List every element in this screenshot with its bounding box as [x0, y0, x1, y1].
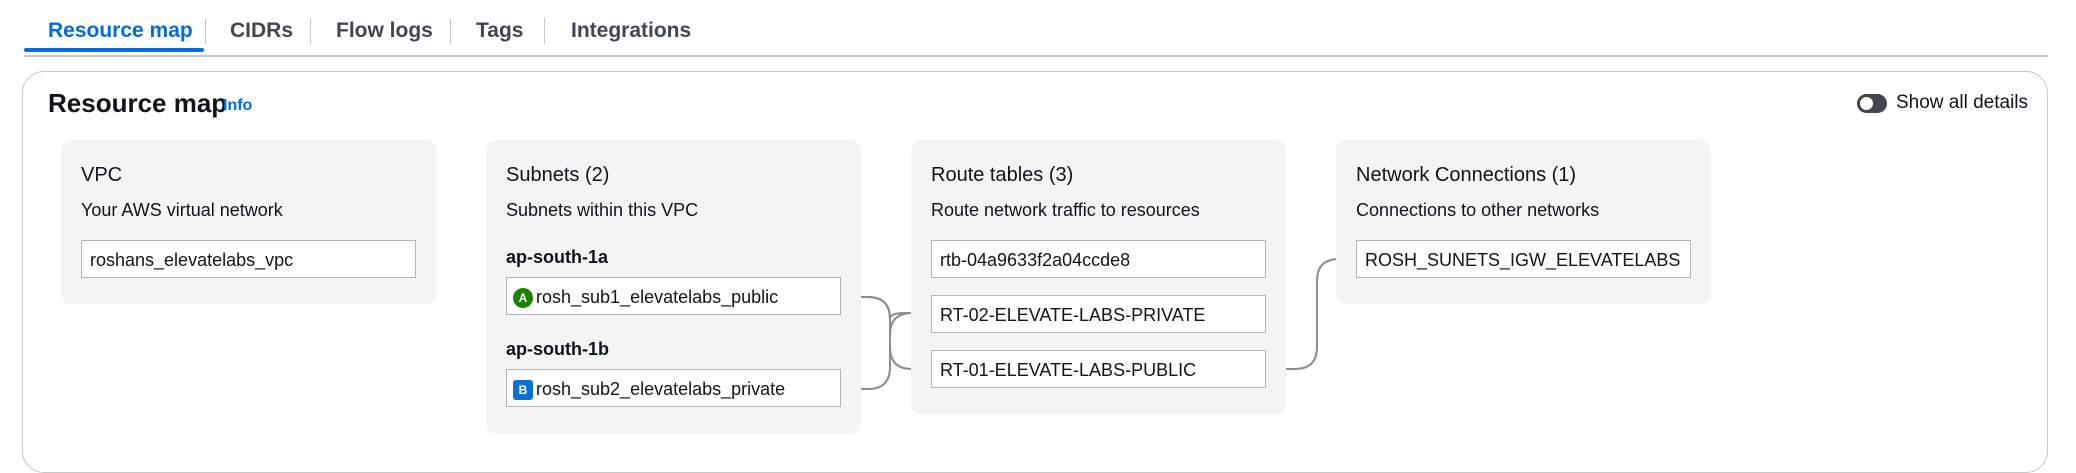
route-tables-card-subtitle: Route network traffic to resources	[931, 200, 1200, 220]
subnets-card-title: Subnets (2)	[506, 164, 610, 186]
network-connections-card-title: Network Connections (1)	[1356, 164, 1577, 186]
route-tables-card: Route tables (3) Route network traffic t…	[911, 140, 1286, 414]
route-table-node[interactable]: RT-02-ELEVATE-LABS-PRIVATE	[931, 295, 1266, 333]
az-label-b: ap-south-1b	[506, 339, 609, 359]
route-tables-card-title: Route tables (3)	[931, 164, 1074, 186]
vpc-card-subtitle: Your AWS virtual network	[81, 200, 283, 220]
vpc-card-title: VPC	[81, 164, 123, 186]
network-connections-card-subtitle: Connections to other networks	[1356, 200, 1600, 220]
az-b-badge-icon: B	[513, 380, 533, 401]
subnet-node-public[interactable]: Arosh_sub1_elevatelabs_public	[506, 277, 841, 315]
subnet-node-private[interactable]: Brosh_sub2_elevatelabs_private	[506, 369, 841, 407]
route-table-node[interactable]: RT-01-ELEVATE-LABS-PUBLIC	[931, 350, 1266, 388]
network-connections-card: Network Connections (1) Connections to o…	[1336, 140, 1711, 304]
subnets-card-subtitle: Subnets within this VPC	[506, 200, 699, 220]
az-a-badge-icon: A	[513, 288, 533, 309]
subnet-name: rosh_sub2_elevatelabs_private	[536, 379, 786, 399]
subnets-card: Subnets (2) Subnets within this VPC ap-s…	[486, 140, 861, 434]
route-table-node[interactable]: rtb-04a9633f2a04ccde8	[931, 240, 1266, 278]
subnet-name: rosh_sub1_elevatelabs_public	[536, 287, 779, 307]
vpc-card: VPC Your AWS virtual network roshans_ele…	[61, 140, 436, 304]
az-label-a: ap-south-1a	[506, 247, 609, 267]
internet-gateway-node[interactable]: ROSH_SUNETS_IGW_ELEVATELABS	[1356, 240, 1691, 278]
vpc-node[interactable]: roshans_elevatelabs_vpc	[81, 240, 416, 278]
